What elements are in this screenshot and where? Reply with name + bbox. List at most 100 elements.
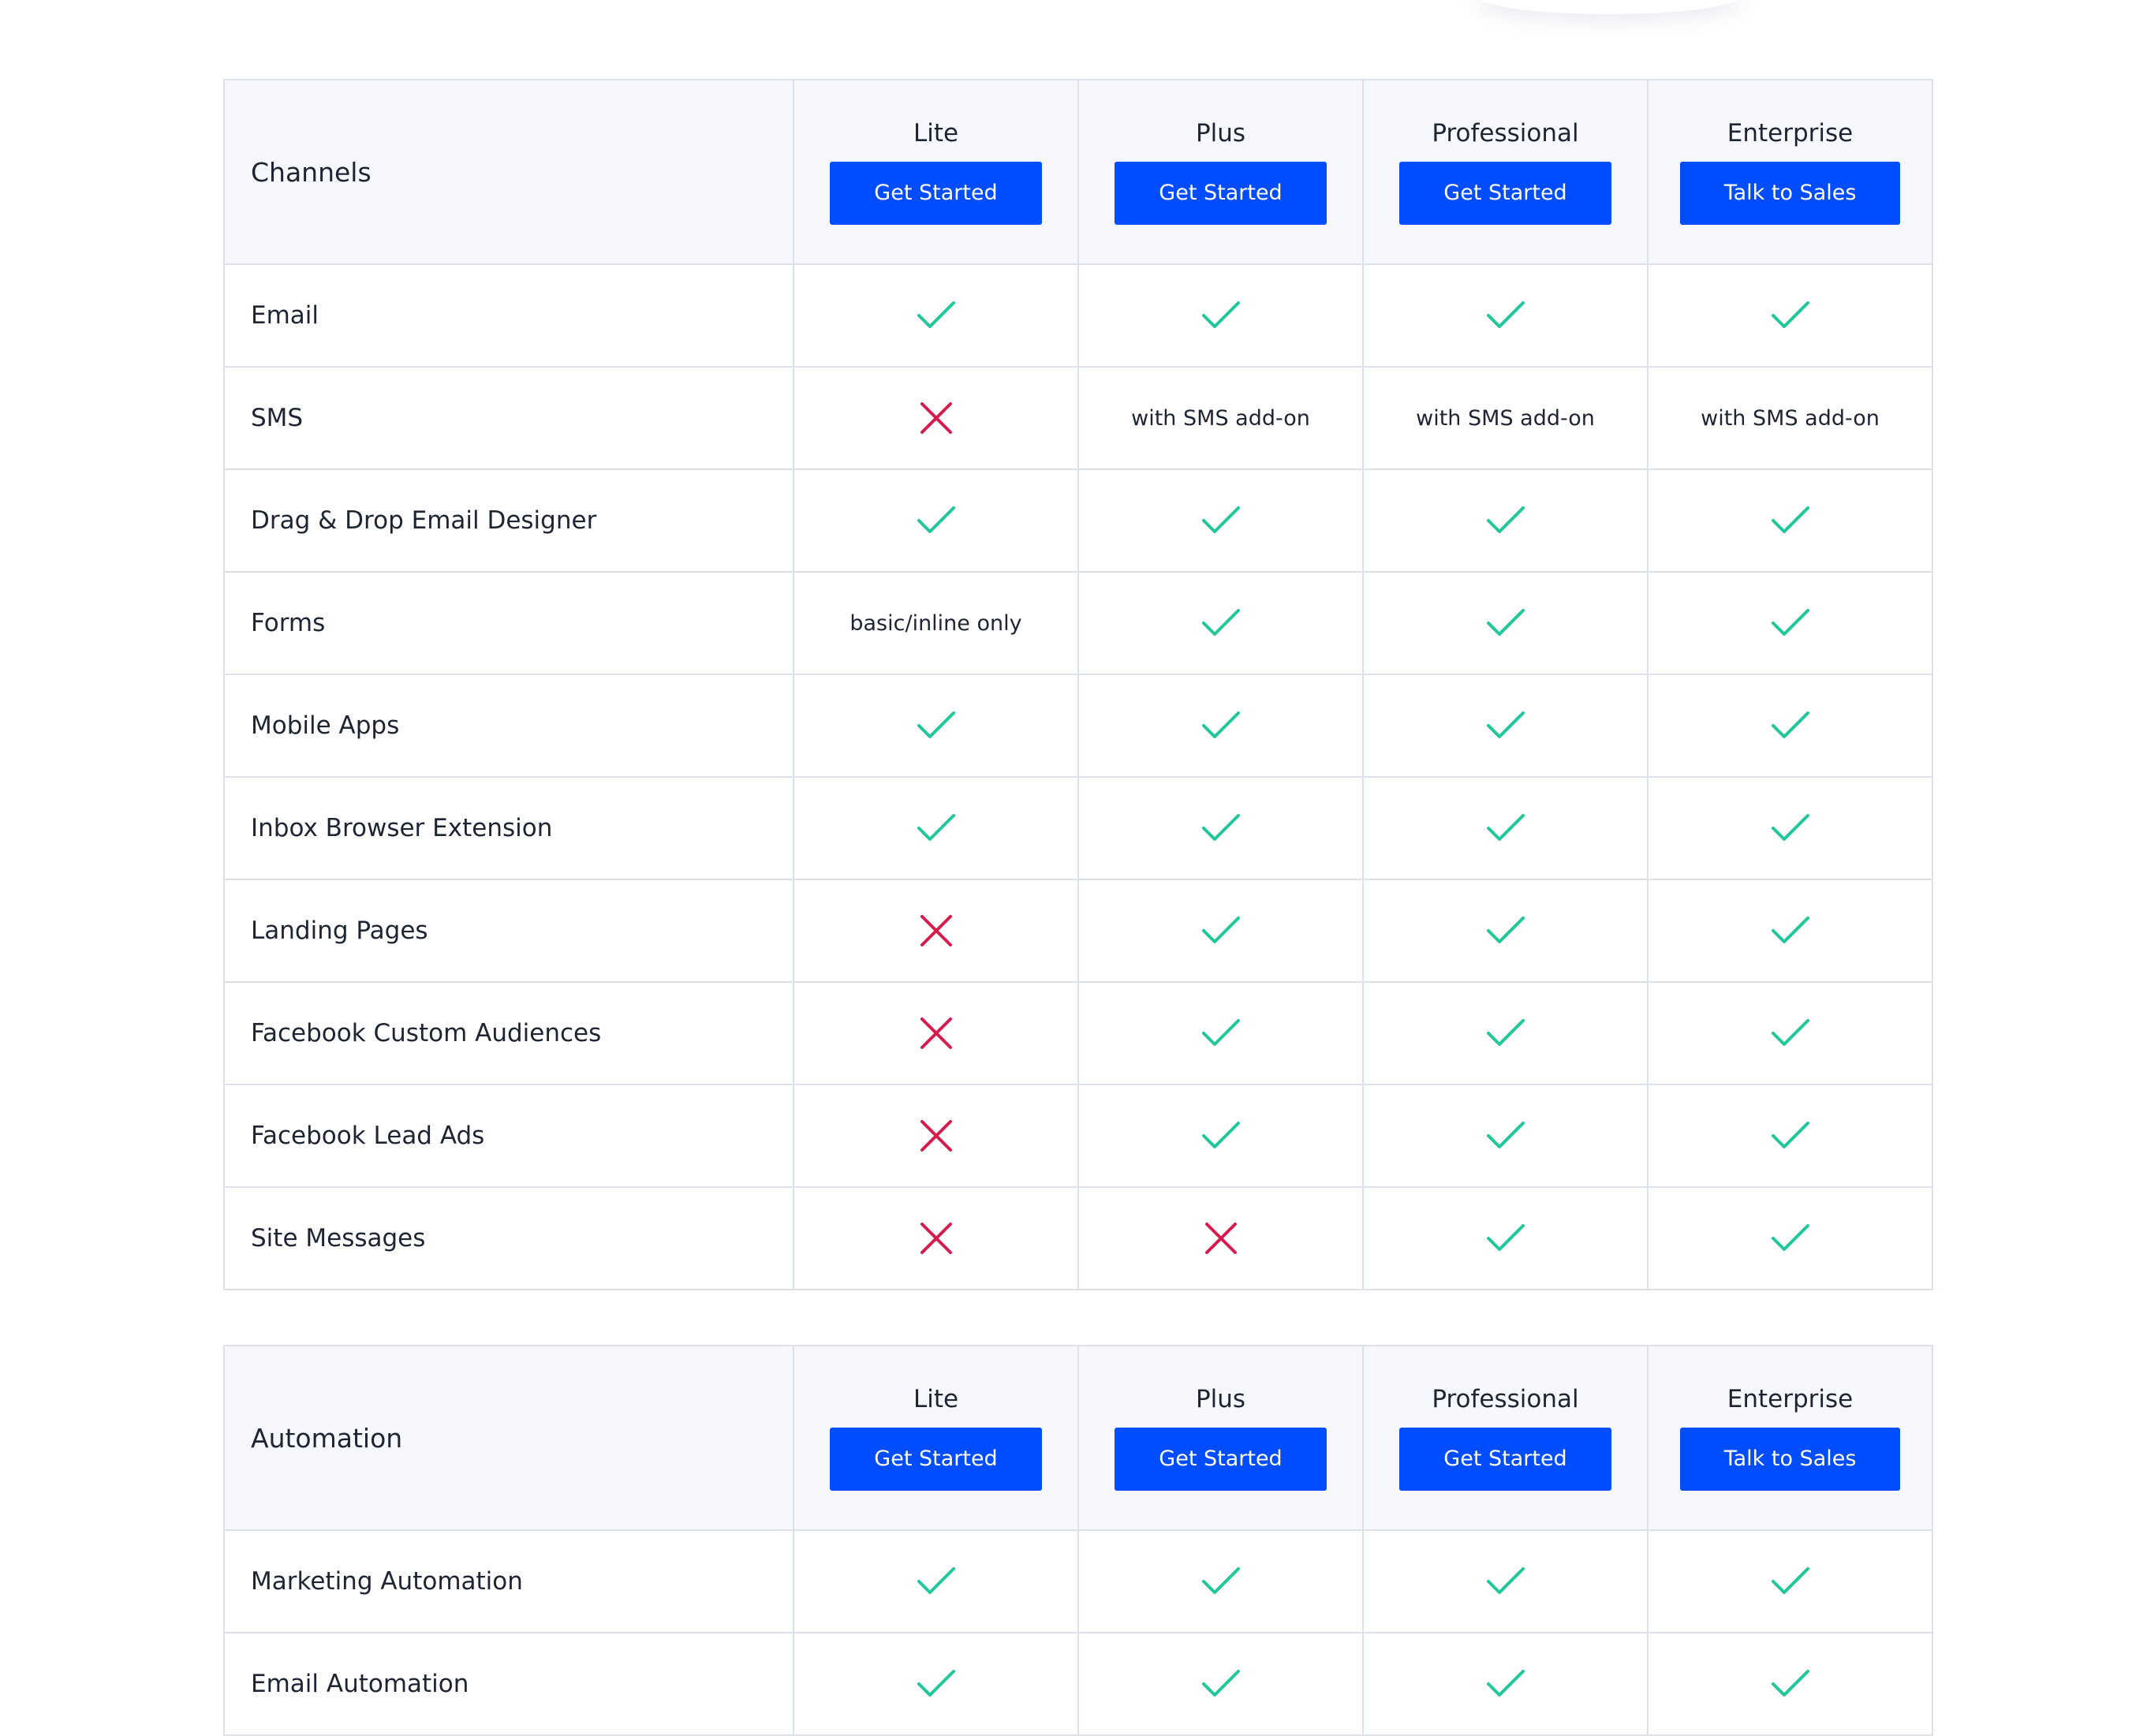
feature-value-cell — [1077, 1186, 1364, 1290]
feature-value-cell — [1362, 1632, 1649, 1736]
plan-name: Professional — [1432, 119, 1579, 147]
feature-value-cell — [1362, 571, 1649, 675]
feature-value-cell — [793, 469, 1079, 573]
check-icon — [1771, 1670, 1809, 1697]
check-icon — [1771, 301, 1809, 328]
table-row: Inbox Browser Extension — [223, 776, 1933, 880]
check-icon — [1486, 1567, 1525, 1594]
feature-value-cell: basic/inline only — [793, 571, 1079, 675]
feature-label: Drag & Drop Email Designer — [223, 469, 794, 573]
talk-to-sales-button[interactable]: Talk to Sales — [1679, 162, 1901, 225]
check-icon — [917, 814, 955, 841]
plan-header-lite: Lite Get Started — [793, 1345, 1079, 1531]
section-title: Channels — [223, 79, 794, 265]
feature-note: with SMS add-on — [1416, 405, 1595, 431]
feature-value-cell — [793, 1632, 1079, 1736]
section-title: Automation — [223, 1345, 794, 1531]
feature-label: Mobile Apps — [223, 674, 794, 778]
talk-to-sales-button[interactable]: Talk to Sales — [1679, 1428, 1901, 1491]
cross-icon — [920, 1120, 952, 1152]
feature-value-cell — [1077, 776, 1364, 880]
feature-label: Email Automation — [223, 1632, 794, 1736]
feature-value-cell — [1077, 674, 1364, 778]
feature-note: with SMS add-on — [1701, 405, 1880, 431]
plan-header-enterprise: Enterprise Talk to Sales — [1647, 79, 1933, 265]
feature-value-cell — [1077, 1084, 1364, 1188]
table-row: Facebook Lead Ads — [223, 1084, 1933, 1188]
table-row: SMS with SMS add-on with SMS add-on with SM… — [223, 366, 1933, 470]
check-icon — [1201, 1019, 1240, 1046]
table-row: Forms basic/inline only — [223, 571, 1933, 675]
cross-icon — [920, 1017, 952, 1049]
check-icon — [1486, 301, 1525, 328]
check-icon — [1486, 917, 1525, 943]
check-icon — [1771, 1224, 1809, 1251]
plan-header-professional: Professional Get Started — [1362, 79, 1649, 265]
feature-value-cell — [1362, 776, 1649, 880]
table-row: Landing Pages — [223, 879, 1933, 983]
feature-value-cell: with SMS add-on — [1077, 366, 1364, 470]
plan-name: Plus — [1195, 1385, 1246, 1413]
table-header-row: Automation Lite Get Started Plus Get Sta… — [223, 1345, 1933, 1531]
feature-value-cell — [1362, 1084, 1649, 1188]
check-icon — [1201, 301, 1240, 328]
table-header-row: Channels Lite Get Started Plus Get Start… — [223, 79, 1933, 265]
feature-value-cell — [1647, 981, 1933, 1085]
plan-header-lite: Lite Get Started — [793, 79, 1079, 265]
feature-value-cell — [1077, 571, 1364, 675]
check-icon — [1486, 506, 1525, 533]
feature-value-cell — [1647, 571, 1933, 675]
feature-label: Facebook Custom Audiences — [223, 981, 794, 1085]
get-started-professional-button[interactable]: Get Started — [1399, 1428, 1611, 1491]
check-icon — [1201, 814, 1240, 841]
feature-value-cell — [1647, 776, 1933, 880]
plan-header-enterprise: Enterprise Talk to Sales — [1647, 1345, 1933, 1531]
check-icon — [917, 1567, 955, 1594]
feature-value-cell — [1077, 879, 1364, 983]
feature-value-cell — [1077, 1632, 1364, 1736]
feature-value-cell — [1647, 1186, 1933, 1290]
feature-value-cell — [1362, 469, 1649, 573]
plan-header-plus: Plus Get Started — [1077, 1345, 1364, 1531]
check-icon — [1201, 609, 1240, 636]
get-started-lite-button[interactable]: Get Started — [830, 1428, 1042, 1491]
plan-name: Enterprise — [1727, 119, 1854, 147]
feature-note: with SMS add-on — [1131, 405, 1310, 431]
check-icon — [1201, 506, 1240, 533]
check-icon — [917, 506, 955, 533]
feature-label: SMS — [223, 366, 794, 470]
cross-icon — [920, 915, 952, 946]
automation-table: Automation Lite Get Started Plus Get Sta… — [223, 1345, 1933, 1736]
table-row: Site Messages — [223, 1186, 1933, 1290]
feature-value-cell — [793, 879, 1079, 983]
feature-label: Site Messages — [223, 1186, 794, 1290]
feature-value-cell — [1647, 1529, 1933, 1633]
feature-value-cell — [1362, 1186, 1649, 1290]
feature-value-cell — [793, 1084, 1079, 1188]
feature-value-cell — [1362, 981, 1649, 1085]
feature-value-cell — [1362, 879, 1649, 983]
check-icon — [1201, 917, 1240, 943]
get-started-plus-button[interactable]: Get Started — [1115, 162, 1327, 225]
get-started-lite-button[interactable]: Get Started — [830, 162, 1042, 225]
feature-value-cell — [793, 263, 1079, 368]
feature-value-cell — [1647, 469, 1933, 573]
check-icon — [1201, 1122, 1240, 1148]
check-icon — [1486, 711, 1525, 738]
feature-value-cell — [1362, 263, 1649, 368]
get-started-plus-button[interactable]: Get Started — [1115, 1428, 1327, 1491]
plan-name: Lite — [913, 1385, 959, 1413]
feature-label: Inbox Browser Extension — [223, 776, 794, 880]
table-row: Drag & Drop Email Designer — [223, 469, 1933, 573]
table-row: Email Automation — [223, 1632, 1933, 1736]
feature-value-cell — [793, 776, 1079, 880]
feature-label: Marketing Automation — [223, 1529, 794, 1633]
check-icon — [1486, 1670, 1525, 1697]
plan-name: Professional — [1432, 1385, 1579, 1413]
check-icon — [917, 711, 955, 738]
feature-value-cell — [793, 674, 1079, 778]
get-started-professional-button[interactable]: Get Started — [1399, 162, 1611, 225]
cross-icon — [920, 1223, 952, 1254]
channels-table: Channels Lite Get Started Plus Get Start… — [223, 79, 1933, 1290]
feature-value-cell — [1647, 1632, 1933, 1736]
